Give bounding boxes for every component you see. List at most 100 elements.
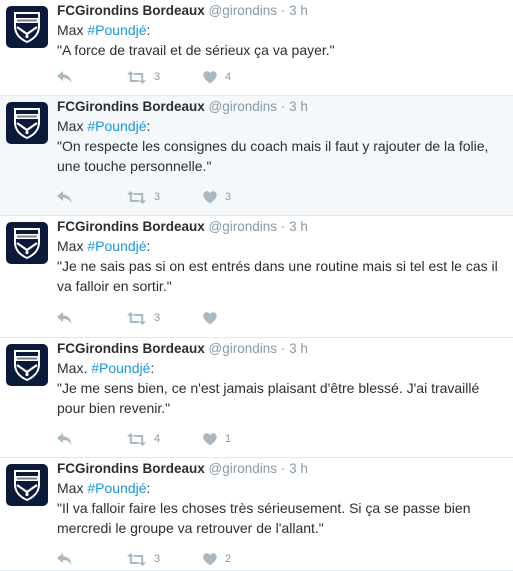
retweet-count: 4 <box>154 433 161 445</box>
tweet-timestamp[interactable]: 3 h <box>289 461 308 476</box>
retweet-count: 3 <box>154 312 161 324</box>
hashtag-link[interactable]: #Poundjé <box>87 22 146 38</box>
like-button[interactable]: 2 <box>203 552 263 566</box>
reply-button[interactable] <box>57 432 127 446</box>
colon: : <box>146 238 151 254</box>
retweet-icon <box>127 432 146 446</box>
speaker-name: Max. <box>57 360 92 376</box>
author-name[interactable]: FCGirondins Bordeaux <box>57 99 205 114</box>
tweet-text: Max. #Poundjé: "Je me sens bien, ce n'es… <box>57 358 507 418</box>
retweet-button[interactable]: 3 <box>127 311 203 325</box>
tweet-text: Max #Poundjé: "On respecte les consignes… <box>57 116 507 176</box>
separator-dot: · <box>280 219 286 234</box>
heart-icon <box>203 70 217 83</box>
tweet-timestamp[interactable]: 3 h <box>289 219 308 234</box>
tweet[interactable]: FCGirondins Bordeaux @girondins · 3 h Ma… <box>0 458 513 571</box>
retweet-count: 3 <box>154 191 161 203</box>
tweet-timestamp[interactable]: 3 h <box>289 341 308 356</box>
colon: : <box>146 22 151 38</box>
retweet-button[interactable]: 3 <box>127 552 203 566</box>
author-name[interactable]: FCGirondins Bordeaux <box>57 3 205 18</box>
tweet-actions: 3 2 <box>57 549 263 569</box>
tweet-timestamp[interactable]: 3 h <box>289 99 308 114</box>
author-name[interactable]: FCGirondins Bordeaux <box>57 341 205 356</box>
like-count: 3 <box>225 191 232 203</box>
author-handle[interactable]: @girondins <box>209 219 278 234</box>
author-name[interactable]: FCGirondins Bordeaux <box>57 461 205 476</box>
tweet-timestamp[interactable]: 3 h <box>289 3 308 18</box>
reply-icon <box>57 432 72 445</box>
colon: : <box>146 480 151 496</box>
separator-dot: · <box>280 461 286 476</box>
separator-dot: · <box>280 3 286 18</box>
heart-icon <box>203 432 217 445</box>
tweet-text: Max #Poundjé: "Il va falloir faire les c… <box>57 478 507 538</box>
separator-dot: · <box>280 99 286 114</box>
reply-button[interactable] <box>57 70 127 84</box>
heart-icon <box>203 552 217 565</box>
girondins-crest-icon[interactable] <box>6 6 48 48</box>
like-count: 2 <box>225 553 232 565</box>
quote-text: "A force de travail et de sérieux ça va … <box>57 42 335 58</box>
tweet-actions: 3 <box>57 308 263 328</box>
quote-text: "Je ne sais pas si on est entrés dans un… <box>57 258 498 294</box>
hashtag-link[interactable]: #Poundjé <box>87 118 146 134</box>
tweet-text: Max #Poundjé: "A force de travail et de … <box>57 20 507 60</box>
like-button[interactable]: 3 <box>203 190 263 204</box>
colon: : <box>146 118 151 134</box>
retweet-icon <box>127 552 146 566</box>
tweet-text: Max #Poundjé: "Je ne sais pas si on est … <box>57 236 507 296</box>
heart-icon <box>203 190 217 203</box>
author-name[interactable]: FCGirondins Bordeaux <box>57 219 205 234</box>
reply-button[interactable] <box>57 552 127 566</box>
retweet-icon <box>127 70 146 84</box>
retweet-icon <box>127 190 146 204</box>
quote-text: "On respecte les consignes du coach mais… <box>57 138 489 174</box>
author-handle[interactable]: @girondins <box>209 461 278 476</box>
reply-button[interactable] <box>57 311 127 325</box>
retweet-count: 3 <box>154 553 161 565</box>
reply-icon <box>57 70 72 83</box>
girondins-crest-icon[interactable] <box>6 344 48 386</box>
girondins-crest-icon[interactable] <box>6 102 48 144</box>
like-count: 1 <box>225 433 232 445</box>
speaker-name: Max <box>57 238 88 254</box>
tweet[interactable]: FCGirondins Bordeaux @girondins · 3 h Ma… <box>0 96 513 216</box>
reply-button[interactable] <box>57 190 127 204</box>
quote-text: "Il va falloir faire les choses très sér… <box>57 500 471 536</box>
author-handle[interactable]: @girondins <box>209 341 278 356</box>
retweet-icon <box>127 311 146 325</box>
heart-icon <box>203 311 217 324</box>
retweet-button[interactable]: 3 <box>127 190 203 204</box>
author-handle[interactable]: @girondins <box>209 99 278 114</box>
girondins-crest-icon[interactable] <box>6 222 48 264</box>
reply-icon <box>57 552 72 565</box>
reply-icon <box>57 311 72 324</box>
like-button[interactable]: 1 <box>203 432 263 446</box>
tweet-actions: 4 1 <box>57 429 263 449</box>
retweet-button[interactable]: 4 <box>127 432 203 446</box>
like-button[interactable] <box>203 311 263 325</box>
tweet[interactable]: FCGirondins Bordeaux @girondins · 3 h Ma… <box>0 0 513 96</box>
speaker-name: Max <box>57 118 88 134</box>
speaker-name: Max <box>57 22 88 38</box>
hashtag-link[interactable]: #Poundjé <box>87 480 146 496</box>
tweet-actions: 3 3 <box>57 187 263 207</box>
tweet-actions: 3 4 <box>57 67 263 87</box>
colon: : <box>150 360 155 376</box>
tweet[interactable]: FCGirondins Bordeaux @girondins · 3 h Ma… <box>0 338 513 458</box>
tweet-timeline: FCGirondins Bordeaux @girondins · 3 h Ma… <box>0 0 513 571</box>
retweet-button[interactable]: 3 <box>127 70 203 84</box>
like-button[interactable]: 4 <box>203 70 263 84</box>
reply-icon <box>57 190 72 203</box>
retweet-count: 3 <box>154 71 161 83</box>
hashtag-link[interactable]: #Poundjé <box>91 360 150 376</box>
speaker-name: Max <box>57 480 88 496</box>
girondins-crest-icon[interactable] <box>6 464 48 506</box>
quote-text: "Je me sens bien, ce n'est jamais plaisa… <box>57 380 480 416</box>
author-handle[interactable]: @girondins <box>209 3 278 18</box>
tweet[interactable]: FCGirondins Bordeaux @girondins · 3 h Ma… <box>0 216 513 338</box>
hashtag-link[interactable]: #Poundjé <box>87 238 146 254</box>
like-count: 4 <box>225 71 232 83</box>
separator-dot: · <box>280 341 286 356</box>
